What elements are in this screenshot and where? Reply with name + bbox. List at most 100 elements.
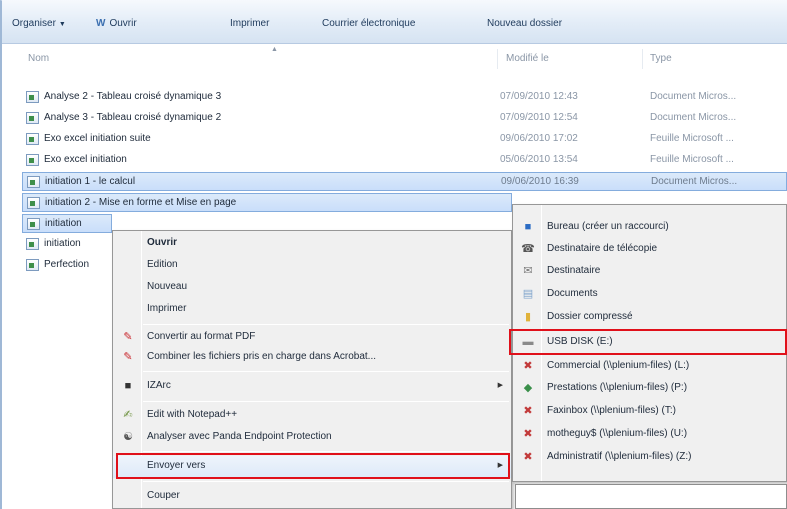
network-drive-icon: ✖ — [523, 360, 533, 372]
open-label: Ouvrir — [109, 18, 137, 29]
print-button[interactable]: Imprimer — [230, 18, 269, 29]
file-row[interactable]: initiation — [22, 235, 112, 254]
column-header-modified[interactable]: Modifié le — [506, 53, 549, 64]
file-name: initiation 2 - Mise en forme et Mise en … — [45, 197, 237, 208]
email-button[interactable]: Courrier électronique — [322, 18, 415, 29]
file-type: Document Micros... — [650, 91, 737, 102]
menu-item-convert-pdf[interactable]: ✎ Convertir au format PDF — [113, 327, 511, 349]
file-row[interactable]: Analyse 2 - Tableau croisé dynamique 3 0… — [22, 88, 787, 107]
menu-item-label: Couper — [147, 490, 180, 501]
file-name: initiation 1 - le calcul — [45, 176, 136, 187]
word-document-icon — [27, 176, 40, 188]
file-type: Feuille Microsoft ... — [650, 133, 734, 144]
send-to-mail-recipient[interactable]: ✉ Destinataire — [513, 261, 786, 283]
menu-separator — [143, 451, 509, 452]
word-document-icon — [26, 112, 39, 124]
menu-item-combine-acrobat[interactable]: ✎ Combiner les fichiers pris en charge d… — [113, 347, 511, 369]
menu-item-label: Edit with Notepad++ — [147, 409, 238, 420]
panda-icon: ☯ — [123, 431, 133, 443]
desktop-icon: ■ — [524, 221, 532, 233]
menu-item-notepad[interactable]: ✍ Edit with Notepad++ — [113, 405, 511, 427]
file-name: Exo excel initiation suite — [44, 133, 151, 144]
word-document-icon — [26, 91, 39, 103]
submenu-item-label: Administratif (\\plenium-files) (Z:) — [547, 451, 692, 462]
word-document-icon — [26, 238, 39, 250]
send-to-network-drive[interactable]: ✖ Administratif (\\plenium-files) (Z:) — [513, 447, 786, 469]
send-to-zip[interactable]: ▮ Dossier compressé — [513, 307, 786, 329]
submenu-item-label: Dossier compressé — [547, 311, 633, 322]
column-header-name[interactable]: Nom — [28, 53, 49, 64]
file-row[interactable]: Analyse 3 - Tableau croisé dynamique 2 0… — [22, 109, 787, 128]
menu-item-izarc[interactable]: ■ IZArc ▶ — [113, 376, 511, 398]
file-name: Perfection — [44, 259, 90, 270]
command-bar: Organiser ▼ W Ouvrir Imprimer Courrier éle… — [2, 0, 787, 44]
menu-item-print[interactable]: Imprimer — [113, 299, 511, 321]
menu-separator — [143, 371, 509, 372]
file-type: Document Micros... — [650, 112, 737, 123]
email-label: Courrier électronique — [322, 18, 416, 29]
menu-item-label: Combiner les fichiers pris en charge dan… — [147, 351, 376, 362]
acrobat-icon: ✎ — [123, 351, 133, 363]
menu-item-open[interactable]: Ouvrir — [113, 233, 511, 255]
file-row-selected[interactable]: initiation 2 - Mise en forme et Mise en … — [22, 193, 512, 212]
network-drive-icon: ✖ — [523, 405, 533, 417]
network-drive-icon: ◆ — [523, 382, 533, 394]
menu-item-label: IZArc — [147, 380, 171, 391]
submenu-item-label: Prestations (\\plenium-files) (P:) — [547, 382, 688, 393]
excel-document-icon — [26, 154, 39, 166]
submenu-item-label: Bureau (créer un raccourci) — [547, 221, 669, 232]
file-date: 05/06/2010 13:54 — [500, 154, 578, 165]
file-row-selected[interactable]: initiation 1 - le calcul 09/06/2010 16:3… — [22, 172, 787, 191]
network-drive-icon: ✖ — [523, 451, 533, 463]
column-divider[interactable] — [642, 49, 643, 69]
new-folder-button[interactable]: Nouveau dossier — [487, 18, 562, 29]
menu-item-label: Imprimer — [147, 303, 187, 314]
send-to-desktop[interactable]: ■ Bureau (créer un raccourci) — [513, 217, 786, 239]
column-header-type[interactable]: Type — [650, 53, 672, 64]
send-to-network-drive[interactable]: ✖ motheguy$ (\\plenium-files) (U:) — [513, 424, 786, 446]
highlight-send-to — [116, 453, 510, 479]
file-row-selected[interactable]: initiation — [22, 214, 112, 233]
zip-folder-icon: ▮ — [524, 311, 532, 323]
word-icon: W — [96, 18, 106, 29]
send-to-network-drive[interactable]: ✖ Faxinbox (\\plenium-files) (T:) — [513, 401, 786, 423]
documents-icon: ▤ — [522, 288, 534, 300]
file-date: 09/06/2010 17:02 — [500, 133, 578, 144]
file-type: Feuille Microsoft ... — [650, 154, 734, 165]
menu-item-label: Ouvrir — [147, 237, 178, 248]
excel-document-icon — [26, 133, 39, 145]
menu-item-label: Analyser avec Panda Endpoint Protection — [147, 431, 332, 442]
file-row[interactable]: Perfection — [22, 256, 112, 275]
submenu-item-label: motheguy$ (\\plenium-files) (U:) — [547, 428, 688, 439]
file-row[interactable]: Exo excel initiation 05/06/2010 13:54 Fe… — [22, 151, 787, 170]
file-name: Analyse 3 - Tableau croisé dynamique 2 — [44, 112, 222, 123]
file-row[interactable]: Exo excel initiation suite 09/06/2010 17… — [22, 130, 787, 149]
print-label: Imprimer — [230, 18, 270, 29]
open-button[interactable]: W Ouvrir — [96, 18, 137, 29]
menu-item-label: Convertir au format PDF — [147, 331, 256, 342]
send-to-fax[interactable]: ☎ Destinataire de télécopie — [513, 239, 786, 261]
fax-icon: ☎ — [521, 243, 535, 255]
menu-item-edit[interactable]: Edition — [113, 255, 511, 277]
column-divider[interactable] — [497, 49, 498, 69]
organize-button[interactable]: Organiser ▼ — [12, 18, 66, 29]
submenu-item-label: Faxinbox (\\plenium-files) (T:) — [547, 405, 676, 416]
word-document-icon — [26, 259, 39, 271]
file-type: Document Micros... — [651, 176, 738, 187]
submenu-item-label: Destinataire de télécopie — [547, 243, 658, 254]
send-to-documents[interactable]: ▤ Documents — [513, 284, 786, 306]
menu-separator — [143, 401, 509, 402]
organize-label: Organiser — [12, 18, 56, 29]
send-to-network-drive[interactable]: ✖ Commercial (\\plenium-files) (L:) — [513, 356, 786, 378]
menu-separator — [143, 324, 509, 325]
file-date: 07/09/2010 12:43 — [500, 91, 578, 102]
menu-item-label: Nouveau — [147, 281, 188, 292]
izarc-icon: ■ — [124, 380, 132, 392]
file-name: Analyse 2 - Tableau croisé dynamique 3 — [44, 91, 222, 102]
menu-item-panda-scan[interactable]: ☯ Analyser avec Panda Endpoint Protectio… — [113, 427, 511, 449]
notepad-icon: ✍ — [123, 409, 133, 421]
word-document-icon — [27, 218, 40, 230]
menu-item-cut[interactable]: Couper — [113, 486, 511, 508]
menu-item-new[interactable]: Nouveau — [113, 277, 511, 299]
send-to-network-drive[interactable]: ◆ Prestations (\\plenium-files) (P:) — [513, 378, 786, 400]
